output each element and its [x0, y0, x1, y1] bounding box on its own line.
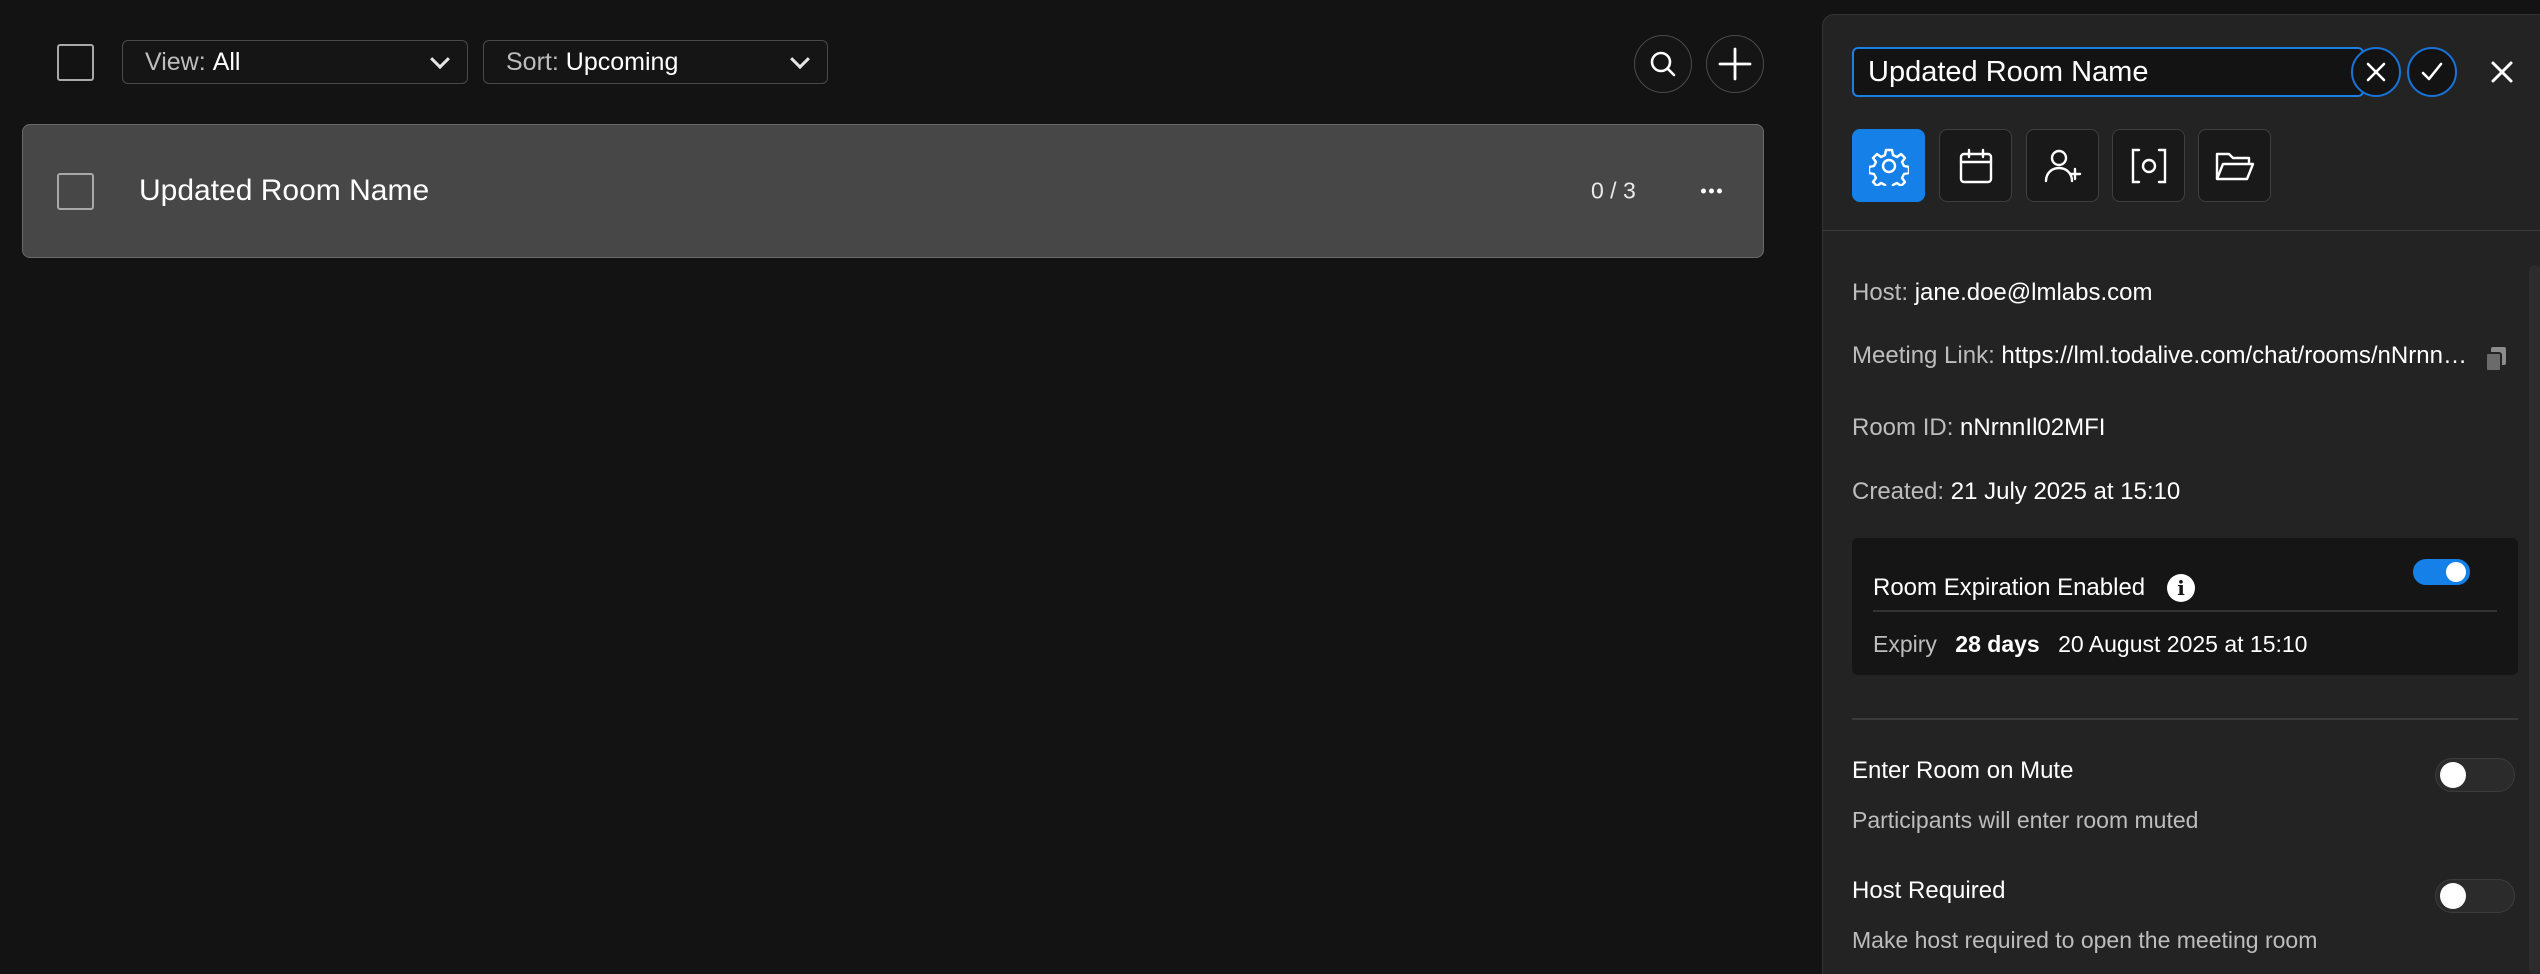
toggle-knob [2440, 762, 2466, 788]
host-label: Host: [1852, 279, 1909, 306]
screenshot-icon [2131, 148, 2166, 183]
expiry-row: Expiry 28 days 20 August 2025 at 15:10 [1873, 631, 2307, 658]
add-user-icon [2044, 149, 2081, 182]
close-icon [2366, 62, 2386, 82]
host-required-description: Make host required to open the meeting r… [1852, 927, 2318, 953]
room-name-input[interactable] [1852, 47, 2364, 97]
enter-on-mute-toggle[interactable] [2435, 758, 2515, 792]
meeting-link-row: Meeting Link: https://lml.todalive.com/c… [1852, 342, 2471, 370]
tab-schedule[interactable] [1939, 129, 2012, 202]
tab-invite[interactable] [2026, 129, 2099, 202]
room-name: Updated Room Name [139, 174, 430, 207]
participant-count: 0 / 3 [1591, 177, 1636, 204]
host-row: Host: jane.doe@lmlabs.com [1852, 279, 2153, 307]
room-expiration-toggle[interactable] [2413, 559, 2470, 585]
panel-scrollbar[interactable] [2529, 265, 2540, 974]
list-toolbar: View: All Sort: Upcoming [0, 0, 1800, 124]
plus-icon [1718, 47, 1752, 81]
room-expiration-title: Room Expiration Enabled [1873, 574, 2146, 601]
copy-icon [2485, 347, 2506, 372]
more-options-icon[interactable] [1701, 188, 1722, 194]
toggle-knob [2446, 562, 2466, 582]
room-id-label: Room ID: [1852, 414, 1954, 441]
room-id-row: Room ID: nNrnnIl02MFI [1852, 414, 2105, 442]
cancel-rename-button[interactable] [2351, 47, 2401, 97]
room-list-item[interactable]: Updated Room Name 0 / 3 [22, 124, 1764, 258]
folder-icon [2215, 152, 2254, 180]
sort-dropdown-value: Upcoming [565, 47, 679, 76]
enter-on-mute-description: Participants will enter room muted [1852, 807, 2199, 833]
meeting-link-label: Meeting Link: [1852, 342, 1995, 369]
expiry-date: 20 August 2025 at 15:10 [2058, 631, 2308, 657]
view-dropdown-label: View: [145, 47, 206, 76]
check-icon [2421, 62, 2443, 81]
tab-settings[interactable] [1852, 129, 1925, 202]
tab-recordings[interactable] [2112, 129, 2185, 202]
search-icon [1650, 51, 1676, 77]
expiry-divider [1873, 610, 2497, 612]
sort-dropdown[interactable]: Sort: Upcoming [483, 40, 828, 84]
gear-icon [1868, 148, 1909, 186]
room-expiration-section: Room Expiration Enabled i Expiry 28 days… [1852, 538, 2518, 675]
info-icon[interactable]: i [2167, 574, 2195, 602]
select-all-checkbox[interactable] [57, 44, 94, 81]
host-required-title: Host Required [1852, 877, 2006, 904]
chevron-down-icon [790, 49, 810, 70]
enter-on-mute-title: Enter Room on Mute [1852, 757, 2074, 784]
room-details-panel: Host: jane.doe@lmlabs.com Meeting Link: … [1822, 14, 2540, 974]
copy-link-button[interactable] [2483, 345, 2509, 378]
chevron-down-icon [430, 49, 450, 70]
search-button[interactable] [1634, 35, 1692, 93]
created-value: 21 July 2025 at 15:10 [1950, 478, 2181, 505]
panel-header [1823, 15, 2540, 231]
host-value: jane.doe@lmlabs.com [1914, 279, 2153, 306]
created-label: Created: [1852, 478, 1945, 505]
expiry-days[interactable]: 28 days [1955, 631, 2039, 657]
close-icon [2491, 61, 2513, 83]
tab-files[interactable] [2198, 129, 2271, 202]
toggle-knob [2440, 883, 2466, 909]
app-root: View: All Sort: Upcoming Updated Room Na… [0, 0, 2540, 974]
meeting-link-value[interactable]: https://lml.todalive.com/chat/rooms/nNrn… [2001, 342, 2471, 370]
host-required-toggle[interactable] [2435, 879, 2515, 913]
confirm-rename-button[interactable] [2407, 47, 2457, 97]
room-id-value: nNrnnIl02MFI [1960, 414, 2106, 441]
view-dropdown[interactable]: View: All [122, 40, 468, 84]
calendar-icon [1959, 148, 1992, 183]
created-row: Created: 21 July 2025 at 15:10 [1852, 478, 2180, 506]
section-divider [1852, 718, 2518, 720]
view-dropdown-value: All [212, 47, 241, 76]
expiry-label: Expiry [1873, 631, 1937, 657]
close-panel-button[interactable] [2485, 55, 2519, 89]
room-checkbox[interactable] [57, 173, 94, 210]
add-room-button[interactable] [1706, 35, 1764, 93]
sort-dropdown-label: Sort: [506, 47, 559, 76]
